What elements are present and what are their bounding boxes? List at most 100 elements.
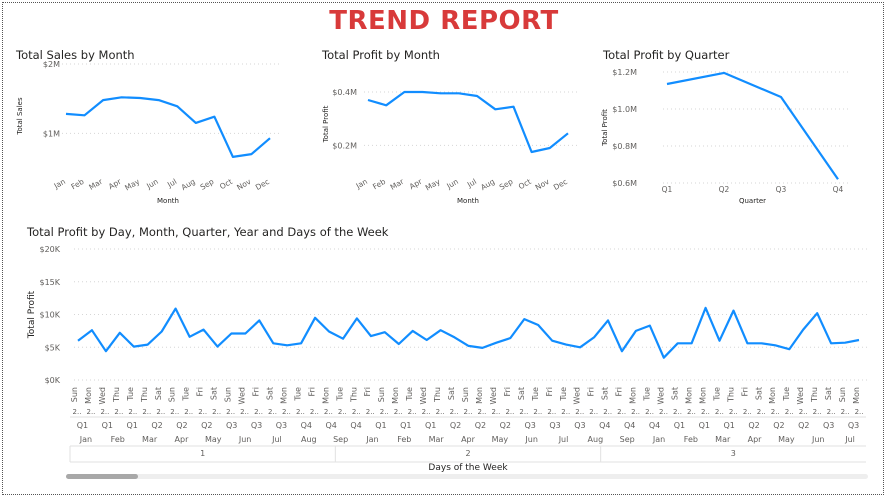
day-tick-label: Tue <box>643 387 652 402</box>
quarter-tick-label: Q4 <box>325 421 336 430</box>
x-tick-label: Feb <box>70 177 86 192</box>
day-number-label: 2.. <box>212 408 221 416</box>
day-number-label: 2.. <box>408 408 417 416</box>
quarter-tick-label: Q3 <box>848 421 859 430</box>
quarter-tick-label: Q4 <box>350 421 361 430</box>
month-tick-label: Jun <box>524 435 538 444</box>
day-tick-label: Sun <box>70 387 79 402</box>
day-tick-label: Fri <box>307 387 316 397</box>
day-tick-label: Wed <box>573 387 582 404</box>
quarter-tick-label: Q4 <box>599 421 610 430</box>
month-tick-label: Feb <box>397 435 411 444</box>
day-tick-label: Fri <box>545 387 554 397</box>
y-tick-label: $1.2M <box>612 68 637 77</box>
x-tick-label: Dec <box>254 177 271 192</box>
day-tick-label: Mon <box>698 387 707 404</box>
day-tick-label: Sat <box>210 387 219 400</box>
x-tick-label: May <box>123 177 141 193</box>
day-number-label: 2.. <box>394 408 403 416</box>
quarter-tick-label: Q1 <box>375 421 386 430</box>
month-tick-label: May <box>492 435 509 444</box>
x-tick-label: Oct <box>517 177 533 191</box>
x-axis-label: Days of the Week <box>428 463 508 473</box>
group-label: 2 <box>465 449 470 458</box>
day-number-label: 2.. <box>575 408 584 416</box>
day-number-label: 2.. <box>380 408 389 416</box>
scrollbar-thumb[interactable] <box>66 474 138 479</box>
series-line <box>367 90 569 154</box>
day-number-label: 2.. <box>324 408 333 416</box>
day-number-label: 2.. <box>114 408 123 416</box>
quarter-tick-label: Q2 <box>773 421 784 430</box>
day-tick-label: Tue <box>531 387 540 402</box>
x-tick-label: Apr <box>408 176 425 191</box>
y-tick-label: $0.4M <box>332 88 357 97</box>
month-tick-label: Mar <box>142 435 158 444</box>
quarter-tick-label: Q1 <box>126 421 137 430</box>
day-tick-label: Mon <box>279 387 288 404</box>
day-number-label: 2.. <box>86 408 95 416</box>
horizontal-scrollbar[interactable] <box>66 474 868 479</box>
day-tick-label: Mon <box>684 387 693 404</box>
day-tick-label: Fri <box>503 387 512 397</box>
y-tick-label: $0.8M <box>612 142 637 151</box>
x-tick-label: Q3 <box>776 185 787 194</box>
x-tick-label: May <box>424 177 442 193</box>
x-tick-label: Q1 <box>662 185 673 194</box>
day-tick-label: Wed <box>238 387 247 404</box>
day-number-label: 2.. <box>338 408 347 416</box>
quarter-tick-label: Q1 <box>400 421 411 430</box>
x-axis-label: Quarter <box>739 197 766 205</box>
day-number-label: 2.. <box>254 408 263 416</box>
day-tick-label: Wed <box>796 387 805 404</box>
x-tick-label: Sep <box>498 177 515 192</box>
day-number-label: 2.. <box>547 408 556 416</box>
day-tick-label: Tue <box>712 387 721 402</box>
month-tick-label: Jul <box>844 435 855 444</box>
day-number-label: 2.. <box>464 408 473 416</box>
day-tick-label: Mon <box>475 387 484 404</box>
month-tick-label: Apr <box>175 435 190 444</box>
quarter-tick-label: Q2 <box>798 421 809 430</box>
y-axis-label: Total Profit <box>322 105 330 143</box>
day-tick-label: Thu <box>433 387 442 403</box>
x-tick-label: Jan <box>52 177 68 191</box>
day-number-label: 2.. <box>827 408 836 416</box>
quarter-tick-label: Q1 <box>699 421 710 430</box>
day-tick-label: Tue <box>126 387 135 402</box>
quarter-tick-label: Q3 <box>226 421 237 430</box>
x-tick-label: Q2 <box>719 185 730 194</box>
y-tick-label: $20K <box>39 245 60 254</box>
x-tick-label: Apr <box>107 176 124 191</box>
day-number-label: 2.. <box>533 408 542 416</box>
day-tick-label: Thu <box>140 387 149 403</box>
day-tick-label: Tue <box>182 387 191 402</box>
day-number-label: 2.. <box>603 408 612 416</box>
y-tick-label: $2M <box>43 60 60 69</box>
day-number-label: 2.. <box>240 408 249 416</box>
day-tick-label: Fri <box>196 387 205 397</box>
x-axis-label: Month <box>457 197 479 205</box>
x-axis-label: Month <box>157 197 179 205</box>
quarter-tick-label: Q2 <box>201 421 212 430</box>
day-number-label: 2.. <box>687 408 696 416</box>
day-tick-label: Mon <box>852 387 861 404</box>
day-number-label: 2.. <box>841 408 850 416</box>
day-number-label: 2.. <box>491 408 500 416</box>
day-number-label: 2.. <box>156 408 165 416</box>
day-number-label: 2.. <box>673 408 682 416</box>
x-tick-label: Dec <box>552 177 569 192</box>
quarter-tick-label: Q2 <box>151 421 162 430</box>
month-tick-label: Jan <box>365 435 378 444</box>
day-number-label: 2.. <box>478 408 487 416</box>
day-number-label: 2.. <box>268 408 277 416</box>
day-tick-label: Thu <box>112 387 121 403</box>
month-tick-label: Jul <box>271 435 282 444</box>
day-tick-label: Mon <box>84 387 93 404</box>
day-tick-label: Sat <box>824 387 833 400</box>
quarter-tick-label: Q3 <box>823 421 834 430</box>
month-tick-label: Feb <box>111 435 125 444</box>
day-number-label: 2.. <box>757 408 766 416</box>
quarter-tick-label: Q2 <box>748 421 759 430</box>
quarter-tick-label: Q1 <box>102 421 113 430</box>
